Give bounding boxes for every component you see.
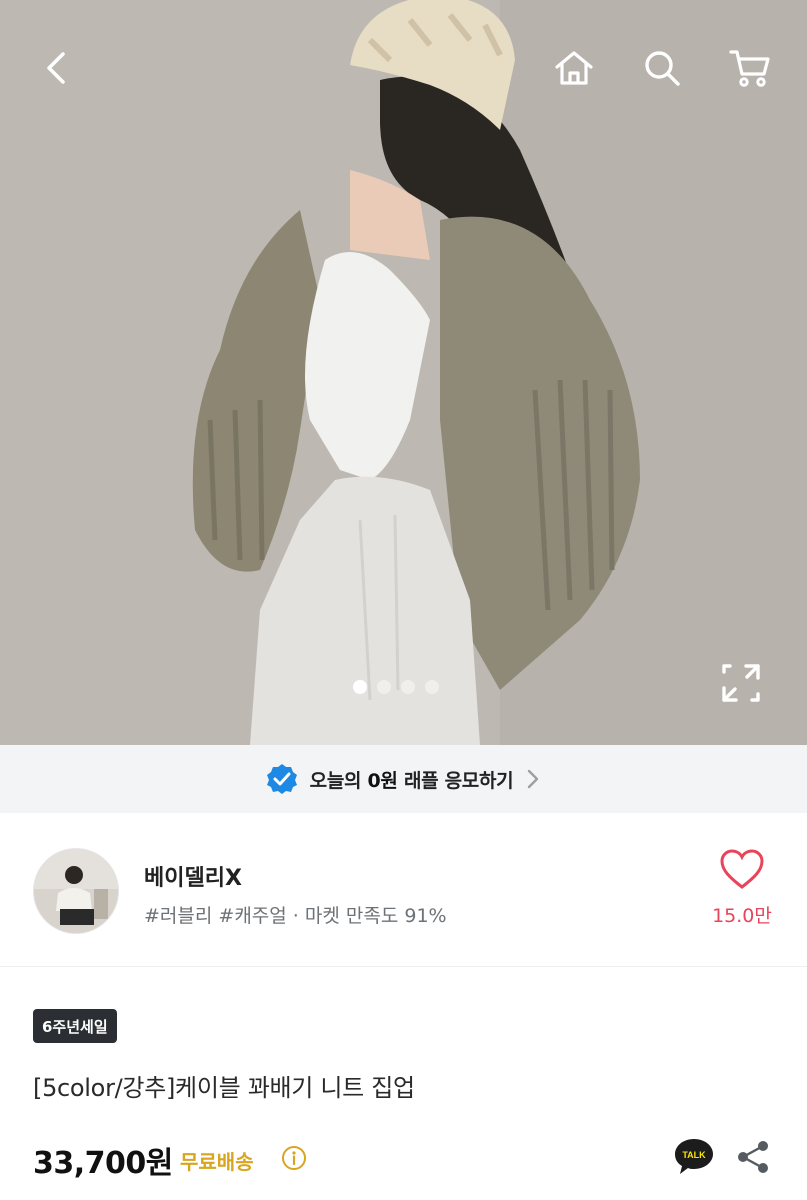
svg-text:TALK: TALK (682, 1150, 706, 1160)
gallery-pagination (353, 680, 439, 694)
pagination-dot-2[interactable] (377, 680, 391, 694)
pagination-dot-3[interactable] (401, 680, 415, 694)
chevron-left-icon (47, 52, 65, 84)
store-name[interactable]: 베이델리X (144, 860, 242, 892)
store-avatar[interactable] (33, 848, 119, 934)
kakao-talk-button[interactable]: TALK (672, 1136, 716, 1178)
free-shipping-label: 무료배송 (180, 1150, 254, 1174)
search-button[interactable] (634, 40, 690, 96)
like-count: 15.0만 (712, 905, 772, 927)
product-price: 33,700원 (33, 1146, 173, 1181)
chevron-right-icon (528, 769, 539, 789)
sale-badge: 6주년세일 (33, 1009, 117, 1043)
store-tags: #러블리 #캐주얼 · 마켓 만족도 91% (144, 905, 447, 927)
raffle-banner[interactable]: 오늘의 0원 래플 응모하기 (0, 745, 807, 813)
expand-icon[interactable] (718, 660, 764, 706)
back-button[interactable] (30, 40, 86, 96)
heart-icon (720, 849, 764, 889)
pagination-dot-4[interactable] (425, 680, 439, 694)
pagination-dot-1[interactable] (353, 680, 367, 694)
cart-button[interactable] (722, 40, 778, 96)
product-image-gallery[interactable] (0, 0, 807, 745)
top-navigation-bar (0, 0, 807, 140)
cart-icon (729, 50, 770, 87)
raffle-banner-text: 오늘의 0원 래플 응모하기 (309, 769, 514, 792)
search-icon (645, 51, 680, 86)
product-title: [5color/강추]케이블 꽈배기 니트 집업 (33, 1074, 415, 1102)
info-icon[interactable] (281, 1145, 307, 1171)
like-button[interactable]: 15.0만 (700, 847, 784, 928)
home-button[interactable] (546, 40, 602, 96)
store-avatar-image (34, 849, 118, 933)
share-icon[interactable] (734, 1138, 772, 1176)
kakao-talk-icon: TALK (675, 1139, 713, 1174)
home-icon (555, 51, 593, 85)
verified-check-icon (266, 764, 297, 794)
store-info: 베이델리X #러블리 #캐주얼 · 마켓 만족도 91% 15.0만 (0, 813, 807, 967)
